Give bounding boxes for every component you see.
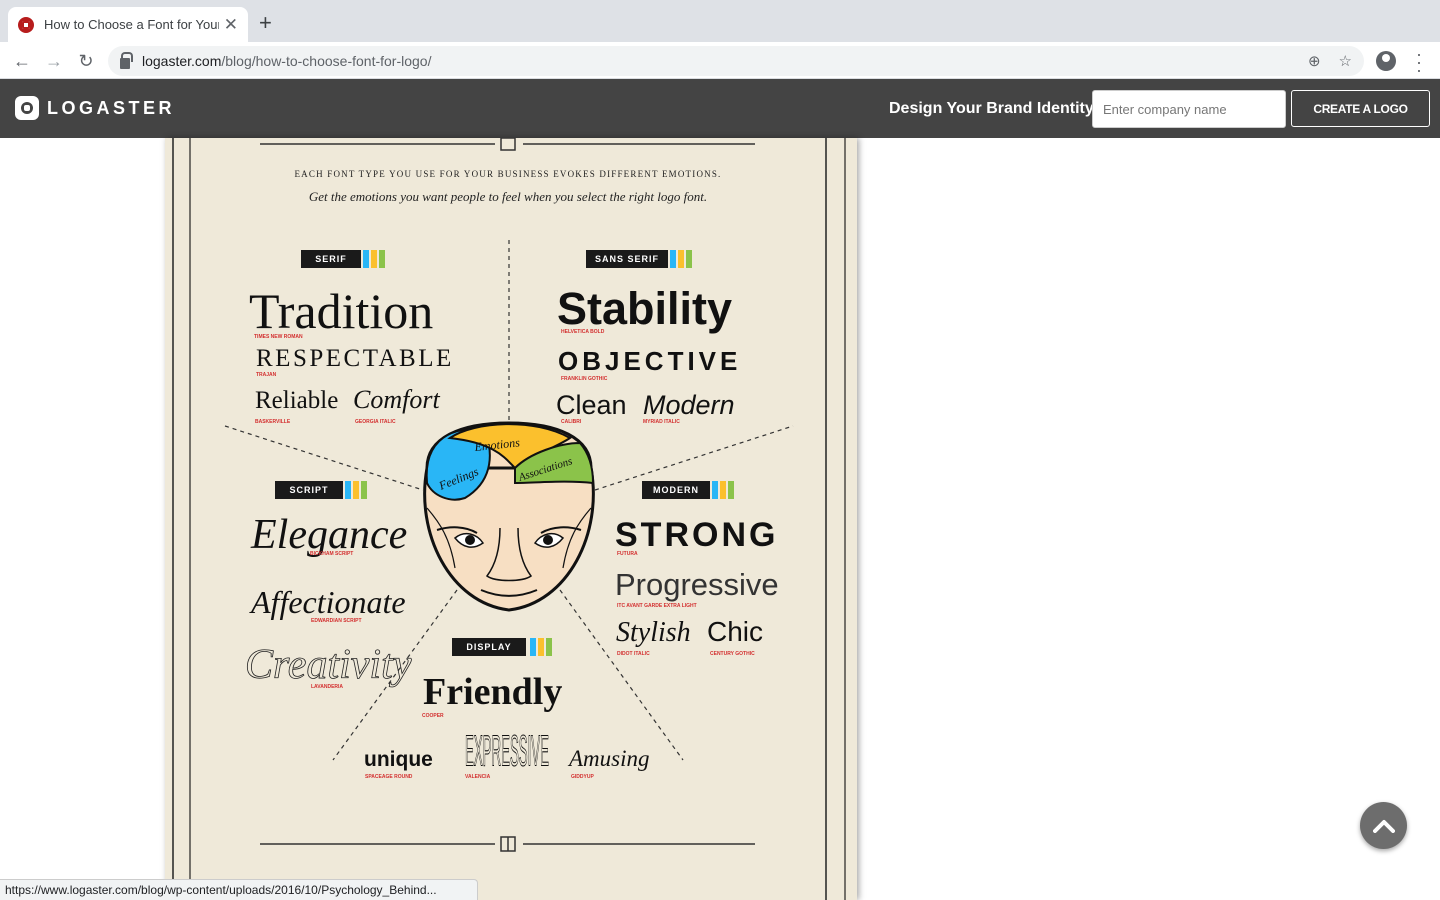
company-name-input[interactable] [1092, 90, 1286, 128]
serif-font-label-2: TRAJAN [256, 372, 277, 378]
script-font-label-2: EDWARDIAN SCRIPT [311, 618, 362, 624]
script-font-label-1: BICKHAM SCRIPT [310, 551, 353, 557]
scroll-to-top-button[interactable] [1360, 802, 1407, 849]
install-app-icon[interactable]: ⊕ [1308, 52, 1321, 70]
script-font-label-3: LAVANDERIA [311, 684, 343, 690]
header-tagline: Design Your Brand Identity [889, 100, 1094, 117]
brand-name: LOGASTER [47, 97, 176, 118]
sans-font-label-1: HELVETICA BOLD [561, 329, 605, 335]
site-header: LOGASTER Design Your Brand Identity CREA… [0, 79, 1440, 138]
logaster-logo[interactable]: LOGASTER [15, 96, 175, 120]
browser-tab[interactable]: How to Choose a Font for Your ✕ [8, 7, 248, 42]
display-badge: DISPLAY [466, 642, 511, 652]
sans-word-objective: OBJECTIVE [558, 346, 741, 376]
display-font-label-4: GIDDYUP [571, 774, 594, 780]
new-tab-icon[interactable]: + [259, 12, 272, 34]
url-text: logaster.com/blog/how-to-choose-font-for… [142, 53, 431, 69]
link-status-bar: https://www.logaster.com/blog/wp-content… [0, 879, 478, 900]
display-word-unique: unique [364, 748, 433, 771]
modern-badge: MODERN [653, 485, 699, 495]
bookmark-star-icon[interactable]: ☆ [1339, 52, 1352, 70]
serif-word-reliable: Reliable [255, 387, 338, 414]
create-logo-button[interactable]: CREATE A LOGO [1291, 90, 1430, 127]
logaster-favicon-icon [18, 16, 34, 33]
display-word-friendly: Friendly [423, 671, 562, 713]
bottom-ornament [260, 836, 755, 852]
sans-word-stability: Stability [557, 283, 732, 334]
script-word-creativity: Creativity [245, 642, 412, 688]
serif-font-label-4: GEORGIA ITALIC [355, 419, 396, 425]
profile-avatar-icon[interactable] [1376, 51, 1396, 71]
url-path: /blog/how-to-choose-font-for-logo/ [221, 53, 432, 69]
display-word-expressive: EXPRESSIVE [465, 726, 549, 775]
modern-word-progressive: Progressive [615, 567, 779, 602]
browser-menu-icon[interactable]: · · · [1414, 45, 1424, 79]
modern-word-stylish: Stylish [616, 617, 691, 648]
lock-icon [120, 51, 133, 69]
sans-font-label-4: MYRIAD ITALIC [643, 419, 680, 425]
logaster-logo-icon [15, 96, 39, 120]
modern-font-label-2: ITC AVANT GARDE EXTRA LIGHT [617, 603, 697, 609]
modern-font-label-3: DIDOT ITALIC [617, 651, 650, 657]
sans-word-modern: Modern [643, 390, 735, 420]
modern-word-chic: Chic [707, 616, 763, 647]
modern-font-label-4: CENTURY GOTHIC [710, 651, 755, 657]
serif-font-label-3: BASKERVILLE [255, 419, 291, 425]
script-word-affectionate: Affectionate [249, 584, 406, 620]
sans-word-clean: Clean [556, 390, 627, 420]
sans-font-label-3: CALIBRI [561, 419, 582, 425]
address-bar[interactable]: logaster.com/blog/how-to-choose-font-for… [108, 46, 1364, 76]
modern-font-label-1: FUTURA [617, 551, 638, 557]
font-psychology-infographic[interactable]: EACH FONT TYPE YOU USE FOR YOUR BUSINESS… [165, 138, 857, 900]
reload-icon[interactable]: ↻ [74, 49, 98, 73]
display-word-amusing: Amusing [567, 746, 650, 771]
script-badge: SCRIPT [289, 485, 328, 495]
sans-badge: SANS SERIF [595, 254, 659, 264]
display-font-label-2: SPACEAGE ROUND [365, 774, 413, 780]
back-icon[interactable]: ← [10, 49, 34, 73]
chevron-up-icon [1372, 819, 1395, 833]
display-font-label-3: VALENCIA [465, 774, 491, 780]
tab-title: How to Choose a Font for Your [44, 17, 219, 32]
url-domain: logaster.com [142, 53, 222, 69]
tab-strip: How to Choose a Font for Your ✕ + [0, 0, 1440, 42]
browser-toolbar: ← → ↻ logaster.com/blog/how-to-choose-fo… [0, 42, 1440, 79]
intro-italic: Get the emotions you want people to feel… [309, 189, 707, 204]
modern-word-strong: STRONG [615, 516, 778, 554]
sans-font-label-2: FRANKLIN GOTHIC [561, 376, 608, 382]
top-ornament [260, 138, 755, 151]
serif-word-tradition: Tradition [249, 283, 433, 339]
serif-badge: SERIF [315, 254, 347, 264]
infographic-svg: EACH FONT TYPE YOU USE FOR YOUR BUSINESS… [172, 138, 846, 900]
serif-word-respectable: RESPECTABLE [256, 345, 454, 372]
forward-icon[interactable]: → [42, 49, 66, 73]
serif-word-comfort: Comfort [353, 385, 440, 414]
face-illustration [423, 421, 595, 612]
intro-caps: EACH FONT TYPE YOU USE FOR YOUR BUSINESS… [294, 169, 721, 179]
tab-close-icon[interactable]: ✕ [224, 15, 238, 35]
serif-font-label-1: TIMES NEW ROMAN [254, 334, 303, 340]
display-font-label-1: COOPER [422, 713, 444, 719]
